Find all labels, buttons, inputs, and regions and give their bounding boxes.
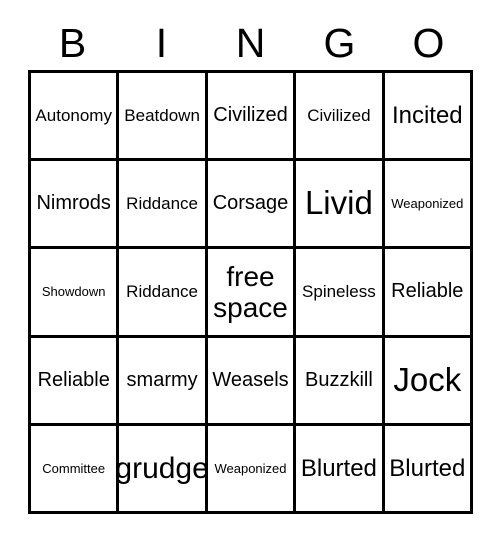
bingo-free-space-cell[interactable]: free space [207,249,297,338]
bingo-cell-label: Weaponized [391,195,464,211]
bingo-cell[interactable]: Blurted [384,425,473,514]
bingo-cell-label: Blurted [389,454,466,482]
bingo-cell[interactable]: Livid [296,161,385,250]
bingo-cell-label: Livid [304,184,373,222]
bingo-cell[interactable]: Reliable [384,249,473,338]
bingo-cell-label: Incited [391,102,463,129]
bingo-cell[interactable]: grudge [119,425,208,514]
bingo-cell[interactable]: Nimrods [31,161,120,250]
bingo-cell[interactable]: Weaponized [384,161,473,250]
bingo-cell[interactable]: Weaponized [207,425,297,514]
bingo-cell[interactable]: Jock [384,337,473,426]
bingo-cell-label: Reliable [37,368,110,391]
bingo-cell-label: Spineless [302,282,376,302]
bingo-header-letter-b: B [58,19,87,66]
bingo-cell-label: Jock [393,360,462,398]
bingo-cell[interactable]: smarmy [119,337,208,426]
bingo-cell[interactable]: Showdown [31,249,120,338]
bingo-cell[interactable]: Civilized [207,73,297,162]
bingo-cell[interactable]: Reliable [31,337,120,426]
bingo-header-row: B I N G O [28,18,473,68]
bingo-cell[interactable]: Weasels [207,337,297,426]
bingo-header-letter-g: G [323,19,356,66]
bingo-cell[interactable]: Autonomy [31,73,120,162]
bingo-cell-label: Blurted [300,454,377,482]
bingo-cell-label: Beatdown [124,105,200,125]
bingo-cell-label: smarmy [126,368,198,391]
bingo-cell[interactable]: Committee [31,425,120,514]
bingo-cell-label: grudge [119,451,208,485]
bingo-cell[interactable]: Riddance [119,249,208,338]
bingo-cell[interactable]: Civilized [296,73,385,162]
bingo-header-letter-o: O [412,19,445,66]
bingo-cell[interactable]: Blurted [296,425,385,514]
bingo-cell-label: Riddance [126,282,198,302]
bingo-cell-label: Committee [42,460,106,476]
bingo-cell-label: Weasels [212,368,289,391]
bingo-cell-label: Showdown [41,284,106,300]
bingo-cell[interactable]: Corsage [207,161,297,250]
bingo-cell-label: free space [213,260,288,323]
bingo-cell-label: Reliable [391,280,464,303]
bingo-header-letter-i: I [155,19,168,66]
bingo-cell-label: Autonomy [35,105,112,125]
bingo-cell[interactable]: Incited [384,73,473,162]
bingo-cell-label: Corsage [212,192,289,215]
bingo-card: B I N G O Autonomy Beatdown Civilized Civil… [0,0,501,544]
bingo-cell-label: Weaponized [214,460,287,476]
bingo-cell[interactable]: Spineless [296,249,385,338]
bingo-cell-label: Civilized [307,105,371,125]
bingo-cell-label: Civilized [213,104,288,127]
bingo-cell[interactable]: Riddance [119,161,208,250]
bingo-cell-label: Riddance [126,193,198,213]
bingo-cell-label: Buzzkill [304,368,373,391]
bingo-cell[interactable]: Beatdown [119,73,208,162]
bingo-header-letter-n: N [235,19,266,66]
bingo-grid: Autonomy Beatdown Civilized Civilized Incite… [28,70,473,514]
bingo-cell-label: Nimrods [36,192,111,215]
bingo-cell[interactable]: Buzzkill [296,337,385,426]
